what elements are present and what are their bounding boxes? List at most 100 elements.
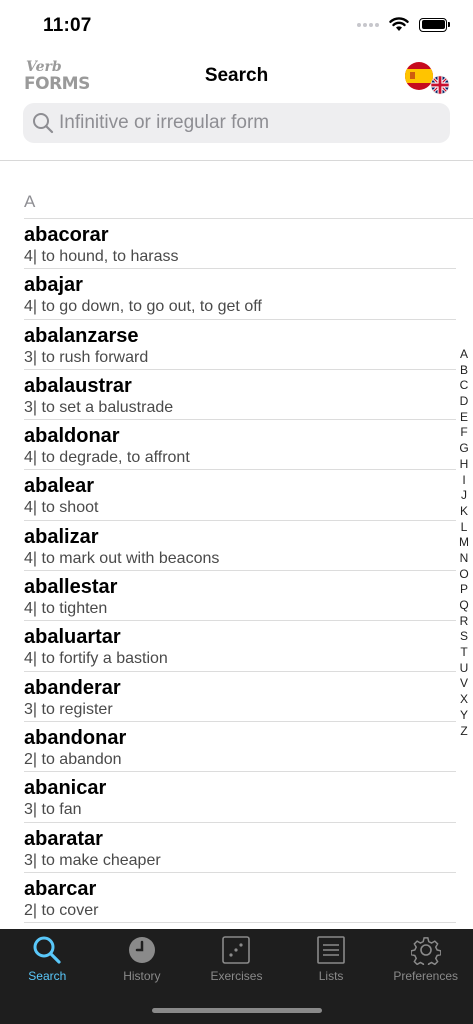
index-letter[interactable]: P (456, 582, 472, 598)
verb-infinitive: abalanzarse (24, 324, 139, 347)
alphabet-index[interactable]: ABCDEFGHIJKLMNOPQRSTUVXYZ (456, 347, 472, 739)
list-item[interactable]: abalear 4| to shoot (24, 470, 456, 521)
list-item[interactable]: abaluartar 4| to fortify a bastion (24, 621, 456, 672)
list-item[interactable]: abanderar 3| to register (24, 672, 456, 722)
verb-meaning: 3| to make cheaper (24, 851, 161, 869)
search-icon (33, 936, 61, 964)
index-letter[interactable]: Z (456, 724, 472, 740)
index-letter[interactable]: Q (456, 598, 472, 614)
spain-flag-icon (405, 62, 433, 90)
verb-infinitive: abanderar (24, 676, 121, 699)
verb-infinitive: abanicar (24, 777, 107, 800)
verb-infinitive: abalaustrar (24, 374, 132, 397)
battery-icon (419, 17, 450, 32)
verb-infinitive: abajar (24, 274, 83, 297)
index-letter[interactable]: F (456, 425, 472, 441)
verb-meaning: 4| to shoot (24, 499, 99, 517)
verb-meaning: 4| to mark out with beacons (24, 549, 220, 567)
verb-meaning: 3| to rush forward (24, 348, 149, 366)
verb-infinitive: aballestar (24, 576, 118, 599)
index-letter[interactable]: S (456, 629, 472, 645)
verb-meaning: 4| to go down, to go out, to get off (24, 298, 262, 316)
verb-meaning: 2| to abandon (24, 750, 122, 768)
verb-meaning: 3| to register (24, 700, 113, 718)
verb-infinitive: abaldonar (24, 425, 120, 448)
list-item[interactable]: abalaustrar 3| to set a balustrade (24, 370, 456, 421)
index-letter[interactable]: T (456, 645, 472, 661)
list-item[interactable]: abalanzarse 3| to rush forward (24, 320, 456, 370)
header-divider (0, 160, 473, 161)
search-input[interactable]: Infinitive or irregular form (23, 103, 450, 143)
list-item[interactable]: abaratar 3| to make cheaper (24, 823, 456, 873)
clock-icon (128, 937, 155, 963)
home-indicator (152, 1008, 322, 1013)
tab-history[interactable]: History (95, 929, 190, 989)
verb-meaning: 2| to cover (24, 901, 99, 919)
verb-infinitive: abacorar (24, 224, 109, 246)
list-item[interactable]: abarcar 2| to cover (24, 873, 456, 924)
verb-infinitive: abalizar (24, 525, 99, 548)
index-letter[interactable]: G (456, 441, 472, 457)
section-header: A (24, 192, 36, 211)
index-letter[interactable]: J (456, 488, 472, 504)
index-letter[interactable]: H (456, 457, 472, 473)
index-letter[interactable]: Y (456, 708, 472, 724)
list-item[interactable]: aballestar 4| to tighten (24, 571, 456, 622)
tab-search[interactable]: Search (0, 929, 95, 989)
index-letter[interactable]: V (456, 676, 472, 692)
list-item[interactable]: abaldonar 4| to degrade, to affront (24, 420, 456, 471)
verb-list: A abacorar 4| to hound, to harass abajar 4|… (0, 186, 473, 924)
tab-label: Exercises (210, 969, 263, 983)
index-letter[interactable]: C (456, 378, 472, 394)
uk-flag-icon (431, 76, 449, 94)
language-flags-button[interactable] (404, 61, 450, 95)
list-icon (317, 936, 345, 964)
index-letter[interactable]: K (456, 504, 472, 520)
status-bar: 11:07 (0, 0, 473, 50)
index-letter[interactable]: R (456, 614, 472, 630)
list-item[interactable]: abajar 4| to go down, to go out, to get o… (24, 269, 456, 320)
tab-exercises[interactable]: Exercises (189, 929, 284, 989)
dice-icon (222, 936, 251, 964)
verb-meaning: 4| to tighten (24, 600, 108, 618)
index-letter[interactable]: E (456, 410, 472, 426)
verb-infinitive: abandonar (24, 726, 127, 749)
page-title: Search (204, 65, 269, 86)
list-item[interactable]: abacorar 4| to hound, to harass (24, 219, 456, 270)
status-icons (357, 17, 450, 32)
wifi-icon (389, 17, 409, 31)
status-time: 11:07 (43, 15, 92, 36)
search-icon (33, 113, 54, 134)
nav-header: Verb FORMS Search (0, 55, 473, 99)
tab-preferences[interactable]: Preferences (378, 929, 473, 989)
index-letter[interactable]: D (456, 394, 472, 410)
verb-infinitive: abarcar (24, 877, 97, 900)
verb-infinitive: abaratar (24, 827, 103, 850)
tab-label: History (123, 969, 161, 983)
tab-lists[interactable]: Lists (284, 929, 379, 989)
verb-meaning: 3| to set a balustrade (24, 398, 174, 416)
tab-label: Search (28, 969, 67, 983)
index-letter[interactable]: I (456, 473, 472, 489)
index-letter[interactable]: N (456, 551, 472, 567)
verb-meaning: 4| to fortify a bastion (24, 650, 168, 668)
list-item[interactable]: abanicar 3| to fan (24, 772, 456, 823)
list-item[interactable]: abandonar 2| to abandon (24, 722, 456, 773)
index-letter[interactable]: M (456, 535, 472, 551)
index-letter[interactable]: X (456, 692, 472, 708)
list-item[interactable]: abalizar 4| to mark out with beacons (24, 521, 456, 572)
search-placeholder: Infinitive or irregular form (59, 112, 270, 133)
index-letter[interactable]: L (456, 520, 472, 536)
tab-label: Preferences (393, 969, 459, 983)
tab-label: Lists (318, 969, 344, 983)
index-letter[interactable]: A (456, 347, 472, 363)
verb-meaning: 4| to hound, to harass (24, 248, 179, 265)
verb-meaning: 3| to fan (24, 801, 82, 819)
cellular-signal-icon (357, 22, 379, 27)
verb-infinitive: abalear (24, 475, 95, 498)
gear-icon (410, 937, 441, 965)
verb-meaning: 4| to degrade, to affront (24, 449, 190, 467)
index-letter[interactable]: O (456, 567, 472, 583)
index-letter[interactable]: U (456, 661, 472, 677)
index-letter[interactable]: B (456, 363, 472, 379)
